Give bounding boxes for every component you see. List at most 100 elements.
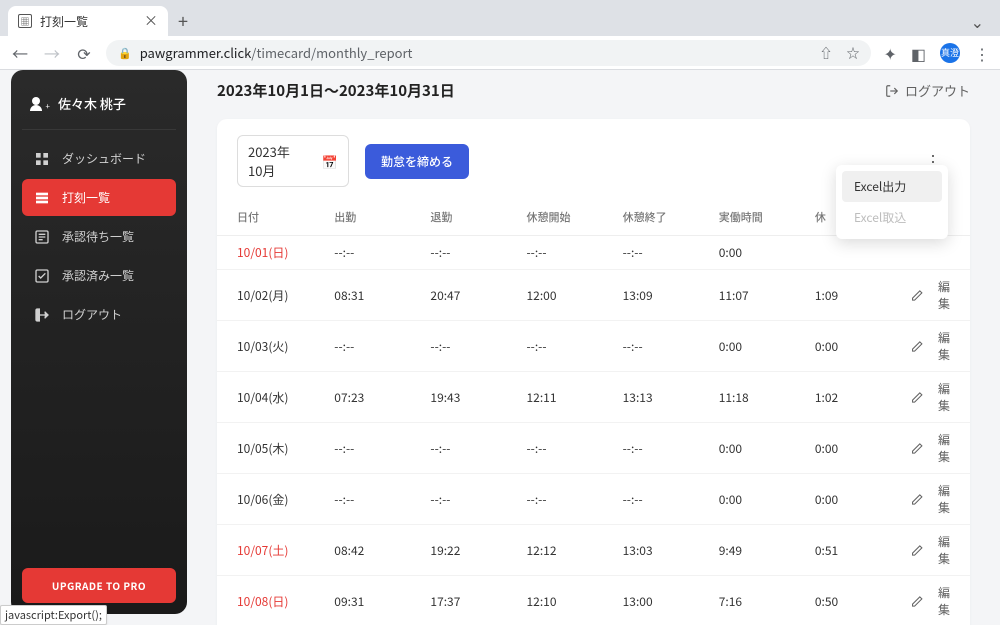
tab-close-icon[interactable]: × — [144, 11, 158, 31]
edit-button[interactable]: 編集 — [911, 482, 950, 516]
cell-edit — [911, 236, 970, 270]
sidebar-item-list[interactable]: 打刻一覧 — [22, 179, 176, 216]
browser-chrome: ▦ 打刻一覧 × + ⌄ ← → ⟳ 🔒 pawgrammer.click/ti… — [0, 0, 1000, 70]
cell-break-start: 12:10 — [527, 576, 623, 625]
cell-actual: 9:49 — [719, 525, 815, 576]
check-list-icon — [34, 268, 50, 284]
cell-break-end: 13:00 — [623, 576, 719, 625]
edit-label: 編集 — [927, 278, 950, 312]
cell-date: 10/04(水) — [217, 372, 334, 423]
cell-break-start: --:-- — [527, 236, 623, 270]
cell-edit: 編集 — [911, 321, 970, 372]
sidebar-item-dashboard[interactable]: ダッシュボード — [22, 140, 176, 177]
url-input[interactable]: 🔒 pawgrammer.click/timecard/monthly_repo… — [106, 40, 871, 66]
cell-date: 10/06(金) — [217, 474, 334, 525]
new-tab-button[interactable]: + — [178, 8, 188, 34]
edit-button[interactable]: 編集 — [911, 431, 950, 465]
address-bar: ← → ⟳ 🔒 pawgrammer.click/timecard/monthl… — [0, 36, 1000, 70]
upgrade-button[interactable]: UPGRADE TO PRO — [22, 568, 176, 603]
month-value: 2023年10月 — [248, 142, 292, 180]
cell-break: 1:09 — [815, 270, 911, 321]
calendar-icon: 📅 — [322, 152, 338, 171]
user-plus-icon: + — [30, 97, 48, 111]
sidebar-item-check-list[interactable]: 承認済み一覧 — [22, 257, 176, 294]
sidebar-item-label: ログアウト — [62, 306, 122, 323]
pencil-icon — [911, 391, 923, 404]
cell-date: 10/02(月) — [217, 270, 334, 321]
cell-break — [815, 236, 911, 270]
dashboard-icon — [34, 151, 50, 167]
cell-out: --:-- — [430, 423, 526, 474]
edit-label: 編集 — [927, 329, 950, 363]
cell-break: 0:00 — [815, 321, 911, 372]
cell-actual: 0:00 — [719, 236, 815, 270]
edit-button[interactable]: 編集 — [911, 278, 950, 312]
excel-export-item[interactable]: Excel出力 — [842, 171, 942, 202]
edit-label: 編集 — [927, 431, 950, 465]
sidebar-divider — [22, 129, 176, 130]
pencil-icon — [911, 442, 923, 455]
reload-button[interactable]: ⟳ — [74, 41, 94, 65]
favicon-icon: ▦ — [18, 14, 32, 28]
cell-break-start: 12:12 — [527, 525, 623, 576]
logout-icon — [34, 307, 50, 323]
cell-edit: 編集 — [911, 270, 970, 321]
user-name: 佐々木 桃子 — [58, 94, 126, 113]
cell-actual: 0:00 — [719, 423, 815, 474]
cell-date: 10/08(日) — [217, 576, 334, 625]
cell-out: 19:22 — [430, 525, 526, 576]
pencil-icon — [911, 595, 923, 608]
cell-edit: 編集 — [911, 372, 970, 423]
cell-actual: 7:16 — [719, 576, 815, 625]
panel-icon[interactable]: ◧ — [911, 41, 926, 65]
cell-actual: 0:00 — [719, 474, 815, 525]
forward-button: → — [42, 41, 62, 65]
back-button[interactable]: ← — [10, 41, 30, 65]
cell-date: 10/05(木) — [217, 423, 334, 474]
cell-out: 17:37 — [430, 576, 526, 625]
cell-break: 1:02 — [815, 372, 911, 423]
edit-label: 編集 — [927, 482, 950, 516]
more-dropdown: Excel出力 Excel取込 — [836, 165, 948, 239]
cell-out: 20:47 — [430, 270, 526, 321]
table-row: 10/01(日)--:----:----:----:--0:00 — [217, 236, 970, 270]
edit-label: 編集 — [927, 380, 950, 414]
cell-actual: 11:18 — [719, 372, 815, 423]
edit-button[interactable]: 編集 — [911, 329, 950, 363]
table-row: 10/03(火)--:----:----:----:--0:000:00編集 — [217, 321, 970, 372]
extensions-icon[interactable]: ✦ — [883, 41, 896, 65]
table-row: 10/08(日)09:3117:3712:1013:007:160:50編集 — [217, 576, 970, 625]
cell-break: 0:51 — [815, 525, 911, 576]
cell-break-start: --:-- — [527, 423, 623, 474]
logout-icon — [885, 84, 899, 98]
cell-actual: 11:07 — [719, 270, 815, 321]
sidebar: + 佐々木 桃子 ダッシュボード打刻一覧承認待ち一覧承認済み一覧ログアウト UP… — [11, 70, 187, 614]
logout-link[interactable]: ログアウト — [885, 81, 970, 100]
chevron-down-icon[interactable]: ⌄ — [971, 9, 984, 33]
excel-import-item: Excel取込 — [842, 202, 942, 233]
month-picker[interactable]: 2023年10月 📅 — [237, 135, 349, 187]
edit-label: 編集 — [927, 584, 950, 618]
menu-icon[interactable]: ⋮ — [974, 41, 990, 65]
star-icon[interactable]: ☆ — [846, 43, 859, 62]
share-icon[interactable]: ⇧ — [819, 43, 832, 62]
close-month-button[interactable]: 勤怠を締める — [365, 144, 469, 179]
status-tooltip: javascript:Export(); — [0, 605, 107, 625]
profile-avatar[interactable]: 真澄 — [940, 43, 960, 63]
th-in: 出勤 — [334, 201, 430, 236]
user-block: + 佐々木 桃子 — [22, 88, 176, 129]
cell-break: 0:00 — [815, 474, 911, 525]
browser-tab[interactable]: ▦ 打刻一覧 × — [8, 6, 168, 36]
edit-button[interactable]: 編集 — [911, 533, 950, 567]
cell-in: --:-- — [334, 474, 430, 525]
tab-title: 打刻一覧 — [40, 13, 136, 30]
sidebar-item-rule[interactable]: 承認待ち一覧 — [22, 218, 176, 255]
pencil-icon — [911, 289, 923, 302]
main-content: 2023年10月1日～2023年10月31日 ログアウト 2023年10月 📅 … — [187, 70, 1000, 625]
edit-button[interactable]: 編集 — [911, 584, 950, 618]
edit-button[interactable]: 編集 — [911, 380, 950, 414]
lock-icon: 🔒 — [118, 45, 132, 61]
sidebar-item-logout[interactable]: ログアウト — [22, 296, 176, 333]
th-break-end: 休憩終了 — [623, 201, 719, 236]
cell-break-start: --:-- — [527, 321, 623, 372]
